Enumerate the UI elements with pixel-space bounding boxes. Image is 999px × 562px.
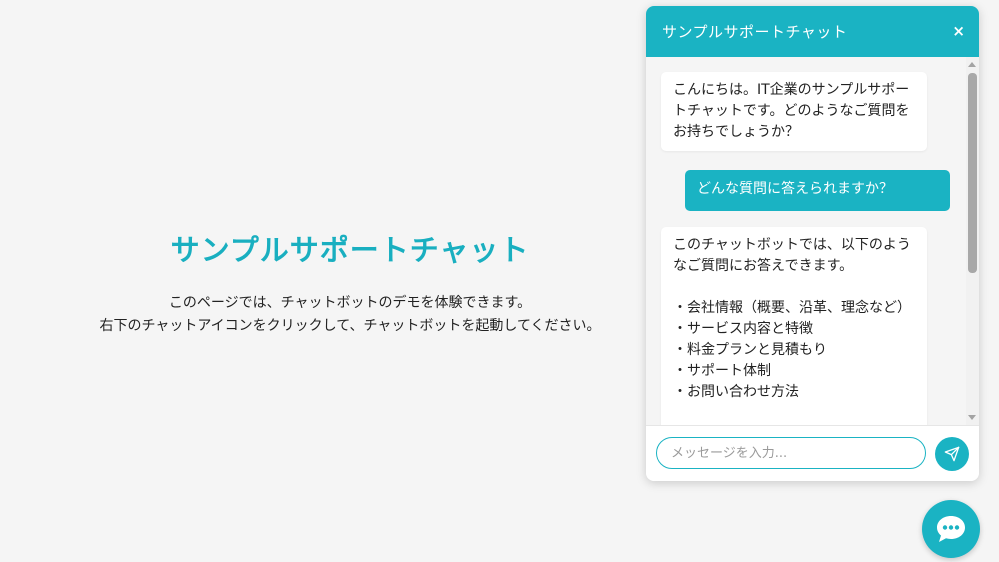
bot-message: こんにちは。IT企業のサンプルサポートチャットです。どのようなご質問をお持ちでし… [661,72,927,151]
scroll-up-arrow-icon[interactable] [968,62,976,67]
description-line: このページでは、チャットボットのデモを体験できます。 [168,295,532,311]
bot-message: このチャットボットでは、以下のようなご質問にお答えできます。 ・会社情報（概要、… [661,227,927,425]
chat-title: サンプルサポートチャット [662,23,848,41]
chat-window: サンプルサポートチャット × こんにちは。IT企業のサンプルサポートチャットです… [646,6,979,481]
page-title: サンプルサポートチャット [170,233,530,267]
user-message: どんな質問に答えられますか？ [685,170,950,211]
page-description: このページでは、チャットボットのデモを体験できます。 右下のチャットアイコンをク… [20,292,680,338]
description-line: 右下のチャットアイコンをクリックして、チャットボットを起動してください。 [99,318,601,334]
landing-section: サンプルサポートチャット このページでは、チャットボットのデモを体験できます。 … [20,226,680,338]
input-area [646,425,979,481]
message-scrollbar[interactable] [966,57,979,425]
chat-launcher-button[interactable] [922,500,980,558]
message-input[interactable] [656,437,926,469]
close-button[interactable]: × [952,24,965,39]
page: サンプルサポートチャット このページでは、チャットボットのデモを体験できます。 … [0,0,999,562]
scroll-thumb[interactable] [968,73,977,273]
chat-bubble-icon [937,516,965,542]
scroll-down-arrow-icon[interactable] [968,415,976,420]
send-icon [944,446,960,462]
send-button[interactable] [935,437,969,471]
chat-header: サンプルサポートチャット × [646,6,979,57]
message-list[interactable]: こんにちは。IT企業のサンプルサポートチャットです。どのようなご質問をお持ちでし… [646,57,966,425]
